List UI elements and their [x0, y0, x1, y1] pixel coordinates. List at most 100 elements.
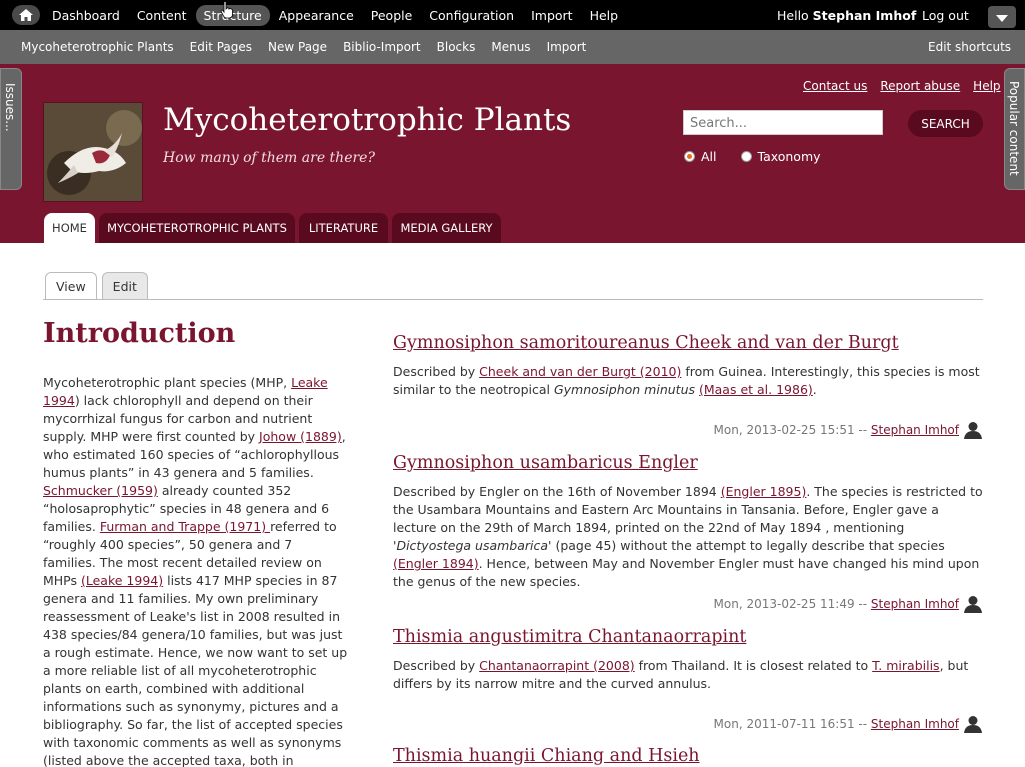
node-meta: Mon, 2011-07-11 16:51 -- Stephan Imhof [714, 717, 959, 731]
ref-link[interactable]: Furman and Trappe (1971) [100, 519, 270, 534]
issues-tab-label: Issues... [3, 83, 17, 132]
node-body: Described by Cheek and van der Burgt (20… [393, 363, 983, 399]
tabs-divider [43, 299, 983, 300]
admin-menu-import[interactable]: Import [523, 5, 581, 26]
ref-link[interactable]: Schmucker (1959) [43, 483, 158, 498]
tab-media-gallery[interactable]: MEDIA GALLERY [392, 213, 501, 243]
shortcut-blocks[interactable]: Blocks [429, 40, 484, 54]
intro-text: Mycoheterotrophic plant species (MHP, Le… [43, 374, 348, 767]
radio-taxonomy[interactable] [740, 151, 752, 162]
node-teaser: Gymnosiphon samoritoureanus Cheek and va… [393, 333, 983, 443]
admin-toolbar: Dashboard Content Structure Appearance P… [0, 0, 1025, 30]
shortcut-edit-pages[interactable]: Edit Pages [182, 40, 260, 54]
node-teaser: Thismia angustimitra Chantanaorrapint De… [393, 627, 983, 737]
site-name[interactable]: Mycoheterotrophic Plants [163, 102, 571, 138]
hand-cursor-icon [220, 1, 233, 19]
node-text: ' (page 45) without the attempt to legal… [548, 538, 945, 553]
node-meta: Mon, 2013-02-25 11:49 -- Stephan Imhof [714, 597, 959, 611]
tab-literature[interactable]: LITERATURE [299, 213, 388, 243]
search-button[interactable]: SEARCH [908, 110, 983, 137]
logout-link[interactable]: Log out [922, 8, 969, 23]
author-link[interactable]: Stephan Imhof [871, 717, 959, 731]
admin-menu-dashboard[interactable]: Dashboard [44, 5, 128, 26]
chevron-down-icon[interactable] [988, 6, 1016, 28]
user-greeting: Hello Stephan Imhof [777, 8, 916, 23]
node-date: Mon, 2013-02-25 11:49 -- [713, 597, 871, 611]
radio-all-label: All [701, 149, 717, 164]
node-date: Mon, 2011-07-11 16:51 -- [713, 717, 871, 731]
node-text: Described by [393, 364, 480, 379]
ref-link[interactable]: Johow (1889) [259, 429, 342, 444]
tab-mycoheterotrophic-plants[interactable]: MYCOHETEROTROPHIC PLANTS [99, 213, 295, 243]
user-icon [964, 716, 982, 733]
user-icon [964, 596, 982, 613]
admin-menu-content[interactable]: Content [129, 5, 195, 26]
admin-menu-help[interactable]: Help [582, 5, 627, 26]
admin-menu-configuration[interactable]: Configuration [421, 5, 522, 26]
ref-link[interactable]: Chantanaorrapint (2008) [479, 658, 635, 673]
radio-taxonomy-label: Taxonomy [757, 149, 821, 164]
edit-shortcuts-link[interactable]: Edit shortcuts [928, 40, 1011, 54]
orchid-photo [44, 103, 142, 201]
intro-text-part: lists 417 MHP species in 87 genera and 1… [43, 573, 348, 767]
popular-content-side-tab[interactable]: Popular content [1004, 68, 1025, 190]
site-header: Mycoheterotrophic Plants How many of the… [0, 64, 1025, 243]
ref-link[interactable]: T. mirabilis [872, 658, 939, 673]
node-title[interactable]: Thismia huangii Chiang and Hsieh [393, 746, 983, 766]
node-title[interactable]: Gymnosiphon samoritoureanus Cheek and va… [393, 333, 983, 353]
hello-label: Hello [777, 8, 813, 23]
admin-menu-appearance[interactable]: Appearance [271, 5, 362, 26]
contact-us-link[interactable]: Contact us [803, 79, 867, 93]
search-input[interactable]: Search... [683, 110, 883, 135]
node-body: Described by Chantanaorrapint (2008) fro… [393, 657, 983, 693]
shortcut-import[interactable]: Import [539, 40, 595, 54]
help-link[interactable]: Help [973, 79, 1000, 93]
tab-edit[interactable]: Edit [101, 272, 148, 299]
node-text: Described by [393, 658, 480, 673]
node-title[interactable]: Gymnosiphon usambaricus Engler [393, 453, 983, 473]
issues-side-tab[interactable]: Issues... [0, 68, 22, 190]
node-title[interactable]: Thismia angustimitra Chantanaorrapint [393, 627, 983, 647]
node-teaser: Thismia huangii Chiang and Hsieh [393, 746, 983, 767]
report-abuse-link[interactable]: Report abuse [880, 79, 960, 93]
shortcut-links: Mycoheterotrophic Plants Edit Pages New … [13, 30, 594, 64]
shortcut-biblio-import[interactable]: Biblio-Import [335, 40, 429, 54]
site-slogan: How many of them are there? [163, 150, 375, 166]
shortcut-new-page[interactable]: New Page [260, 40, 335, 54]
content-tabs: View Edit [45, 272, 153, 299]
species-name: Dictyostega usambarica [396, 538, 549, 553]
node-date: Mon, 2013-02-25 15:51 -- [713, 423, 871, 437]
species-name: Gymnosiphon minutus [553, 382, 695, 397]
user-name[interactable]: Stephan Imhof [813, 8, 917, 23]
home-button[interactable] [12, 5, 40, 25]
shortcut-bar: Mycoheterotrophic Plants Edit Pages New … [0, 30, 1025, 64]
node-text: Described by Engler on the 16th of Novem… [393, 484, 721, 499]
admin-menu-people[interactable]: People [363, 5, 421, 26]
shortcut-mycoheterotrophic-plants[interactable]: Mycoheterotrophic Plants [13, 40, 182, 54]
ref-link[interactable]: Cheek and van der Burgt (2010) [479, 364, 681, 379]
node-text: . Hence, between May and November Engler… [393, 556, 980, 589]
node-text: from Thailand. It is closest related to [634, 658, 873, 673]
author-link[interactable]: Stephan Imhof [871, 597, 959, 611]
author-link[interactable]: Stephan Imhof [871, 423, 959, 437]
home-icon [19, 9, 33, 21]
shortcut-menus[interactable]: Menus [483, 40, 538, 54]
ref-link[interactable]: (Leake 1994) [81, 573, 163, 588]
node-body: Described by Engler on the 16th of Novem… [393, 483, 983, 591]
ref-link[interactable]: (Engler 1894) [393, 556, 479, 571]
tab-view[interactable]: View [45, 272, 97, 299]
ref-link[interactable]: (Engler 1895) [721, 484, 807, 499]
intro-text-part: Mycoheterotrophic plant species (MHP, [43, 375, 292, 390]
node-text: . [812, 382, 817, 397]
ref-link[interactable]: (Maas et al. 1986) [699, 382, 813, 397]
admin-menu: Dashboard Content Structure Appearance P… [44, 0, 627, 30]
search-scope: All Taxonomy [684, 149, 845, 164]
radio-all[interactable] [684, 151, 695, 162]
popular-content-tab-label: Popular content [1007, 81, 1021, 176]
tab-home[interactable]: HOME [44, 213, 95, 243]
secondary-links: Contact us Report abuse Help [803, 79, 1014, 93]
user-icon [964, 422, 982, 439]
node-teaser: Gymnosiphon usambaricus Engler Described… [393, 453, 983, 617]
site-logo[interactable] [43, 102, 143, 202]
node-meta: Mon, 2013-02-25 15:51 -- Stephan Imhof [714, 423, 959, 437]
